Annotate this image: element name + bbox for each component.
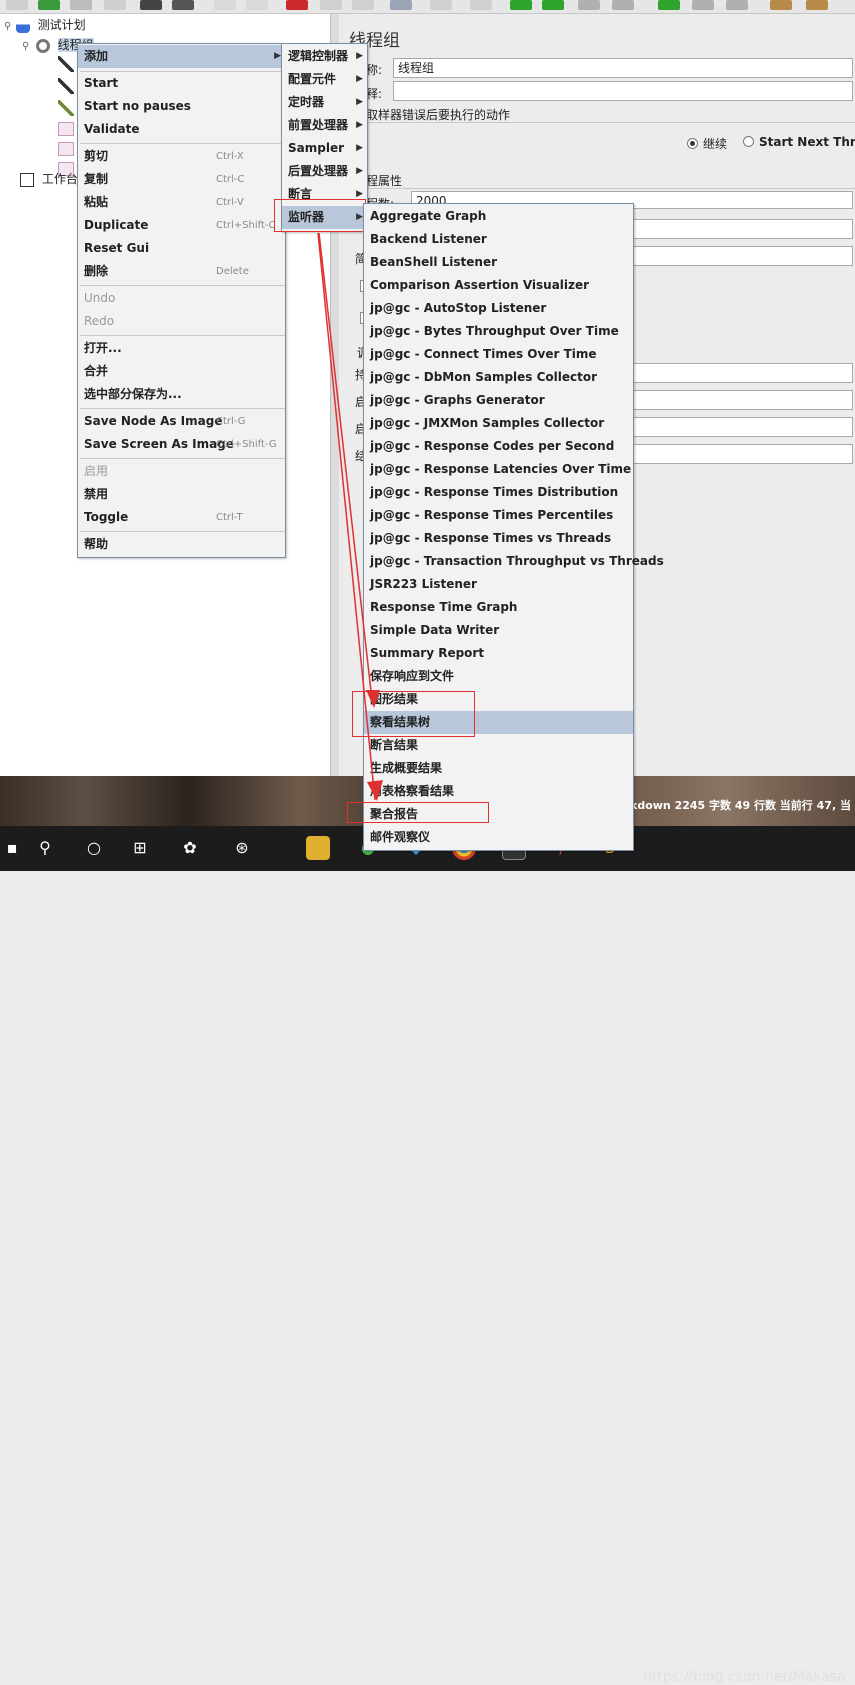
- arrow-head: [366, 690, 380, 708]
- arrow-line: [317, 232, 376, 801]
- arrow-line: [318, 232, 373, 701]
- annotation-arrows: [317, 232, 383, 801]
- watermark: https://blog.csdn.net/Makasa: [643, 1669, 846, 1685]
